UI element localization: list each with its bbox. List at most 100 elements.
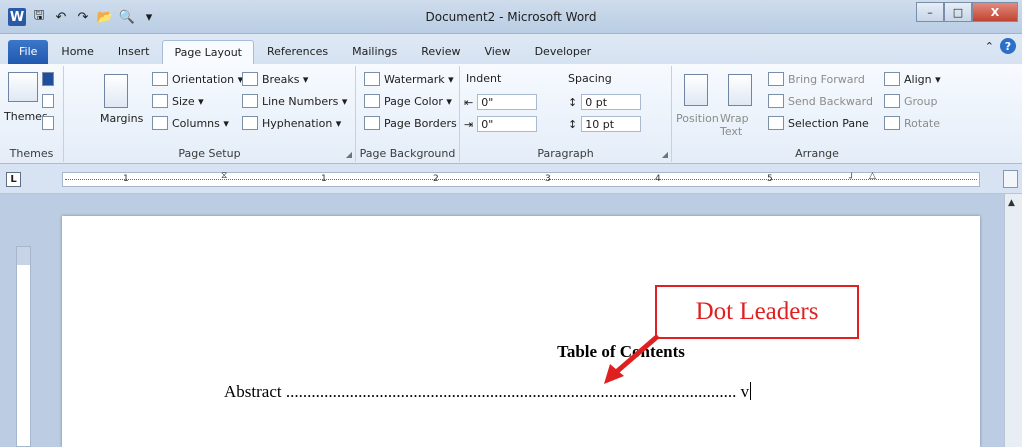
group-icon: [884, 94, 900, 108]
indent-left-icon: ⇤: [464, 95, 474, 109]
toc-entry[interactable]: Abstract ...............................…: [224, 382, 752, 402]
text-cursor: [750, 382, 752, 400]
watermark-icon: [364, 72, 380, 86]
page-color-icon: [364, 94, 380, 108]
theme-effects-icon[interactable]: [42, 116, 54, 130]
ruler-number: 5: [767, 174, 773, 184]
align-button[interactable]: Align ▾: [884, 72, 941, 86]
dot-leaders-callout: Dot Leaders: [655, 285, 859, 339]
spacing-before-field[interactable]: ↕ 0 pt: [568, 94, 642, 110]
breaks-button[interactable]: Breaks ▾: [242, 72, 308, 86]
minimize-ribbon-icon[interactable]: ⌃: [985, 40, 994, 53]
send-backward-icon: [768, 94, 784, 108]
close-button[interactable]: X: [972, 2, 1018, 22]
wrap-text-button[interactable]: Wrap Text: [720, 112, 758, 138]
position-button[interactable]: Position: [676, 112, 719, 125]
toc-heading: Table of Contents: [557, 342, 685, 361]
toc-entry-label: Abstract: [224, 382, 282, 401]
group-button[interactable]: Group: [884, 94, 938, 108]
spacing-label: Spacing: [568, 72, 612, 85]
send-backward-button[interactable]: Send Backward: [768, 94, 873, 108]
page-background-group-label: Page Background: [359, 147, 456, 160]
columns-button[interactable]: Columns ▾: [152, 116, 229, 130]
callout-arrow-icon: [604, 334, 660, 384]
tab-review[interactable]: Review: [410, 40, 471, 64]
orientation-icon: [152, 72, 168, 86]
indent-label: Indent: [466, 72, 502, 85]
minimize-button[interactable]: –: [916, 2, 944, 22]
themes-group: Themes Themes: [0, 66, 64, 162]
toc-page-number: v: [740, 382, 750, 401]
rotate-button[interactable]: Rotate: [884, 116, 940, 130]
paragraph-group: Indent Spacing ⇤ 0" ⇥ 0" ↕ 0 pt ↕ 10 pt Para…: [460, 66, 672, 162]
vertical-scrollbar[interactable]: ▲: [1004, 194, 1022, 447]
bring-forward-icon: [768, 72, 784, 86]
selection-pane-button[interactable]: Selection Pane: [768, 116, 869, 130]
size-button[interactable]: Size ▾: [152, 94, 204, 108]
indent-right-field[interactable]: ⇥ 0": [464, 116, 538, 132]
ribbon-tabs: File Home Insert Page Layout References …: [0, 34, 1022, 64]
arrange-group: Position Wrap Text Bring Forward Send Ba…: [672, 66, 962, 162]
ruler-number: 4: [655, 174, 661, 184]
line-numbers-button[interactable]: Line Numbers ▾: [242, 94, 347, 108]
columns-icon: [152, 116, 168, 130]
size-icon: [152, 94, 168, 108]
spacing-after-icon: ↕: [568, 117, 578, 131]
spacing-after-field[interactable]: ↕ 10 pt: [568, 116, 642, 132]
page-borders-button[interactable]: Page Borders: [364, 116, 457, 130]
tab-page-layout[interactable]: Page Layout: [162, 40, 254, 64]
theme-fonts-icon[interactable]: [42, 94, 54, 108]
tab-selector-button[interactable]: L: [6, 172, 21, 187]
page-setup-launcher-icon[interactable]: ◢: [346, 150, 352, 159]
tab-developer[interactable]: Developer: [524, 40, 603, 64]
rotate-icon: [884, 116, 900, 130]
help-icon[interactable]: ?: [1000, 38, 1016, 54]
spacing-before-icon: ↕: [568, 95, 578, 109]
page-borders-icon: [364, 116, 380, 130]
breaks-icon: [242, 72, 258, 86]
maximize-button[interactable]: □: [944, 2, 972, 22]
tab-insert[interactable]: Insert: [107, 40, 161, 64]
tab-home[interactable]: Home: [50, 40, 104, 64]
tab-references[interactable]: References: [256, 40, 339, 64]
ruler-number: 1: [321, 174, 327, 184]
tab-view[interactable]: View: [473, 40, 521, 64]
theme-colors-icon[interactable]: [42, 72, 54, 86]
page-background-group: Watermark ▾ Page Color ▾ Page Borders Pa…: [356, 66, 460, 162]
scroll-up-arrow-icon[interactable]: ▲: [1008, 198, 1015, 208]
position-icon[interactable]: [684, 74, 708, 106]
bring-forward-button[interactable]: Bring Forward: [768, 72, 865, 86]
indent-right-icon: ⇥: [464, 117, 474, 131]
right-indent-marker-icon[interactable]: △: [869, 171, 876, 181]
watermark-button[interactable]: Watermark ▾: [364, 72, 454, 86]
paragraph-launcher-icon[interactable]: ◢: [662, 150, 668, 159]
window-controls: – □ X: [916, 2, 1018, 22]
wrap-text-icon[interactable]: [728, 74, 752, 106]
margins-icon[interactable]: [104, 74, 128, 108]
vertical-ruler[interactable]: [16, 246, 31, 447]
selection-pane-icon: [768, 116, 784, 130]
document-workspace: Table of Contents Abstract .............…: [0, 194, 1022, 447]
hyphenation-icon: [242, 116, 258, 130]
view-ruler-button[interactable]: [1003, 170, 1018, 188]
left-indent-marker-icon[interactable]: ⧖: [221, 171, 227, 181]
themes-group-label: Themes: [9, 147, 54, 160]
tab-mailings[interactable]: Mailings: [341, 40, 408, 64]
indent-left-field[interactable]: ⇤ 0": [464, 94, 538, 110]
orientation-button[interactable]: Orientation ▾: [152, 72, 243, 86]
window-title: Document2 - Microsoft Word: [425, 10, 597, 24]
paragraph-group-label: Paragraph: [537, 147, 594, 160]
ruler-number: 3: [545, 174, 551, 184]
page-setup-group: Margins Orientation ▾ Size ▾ Columns ▾ B…: [64, 66, 356, 162]
themes-icon: [8, 72, 38, 102]
right-tab-stop-icon[interactable]: ┘: [849, 174, 854, 184]
horizontal-ruler[interactable]: 1 1 2 3 4 5 ⧖ ┘ △: [62, 171, 980, 187]
tab-file[interactable]: File: [8, 40, 49, 64]
hyphenation-button[interactable]: Hyphenation ▾: [242, 116, 341, 130]
page-color-button[interactable]: Page Color ▾: [364, 94, 452, 108]
themes-button[interactable]: [8, 72, 38, 102]
align-icon: [884, 72, 900, 86]
page-setup-group-label: Page Setup: [178, 147, 241, 160]
ruler-number: 1: [123, 174, 129, 184]
margins-button[interactable]: Margins: [100, 112, 143, 125]
